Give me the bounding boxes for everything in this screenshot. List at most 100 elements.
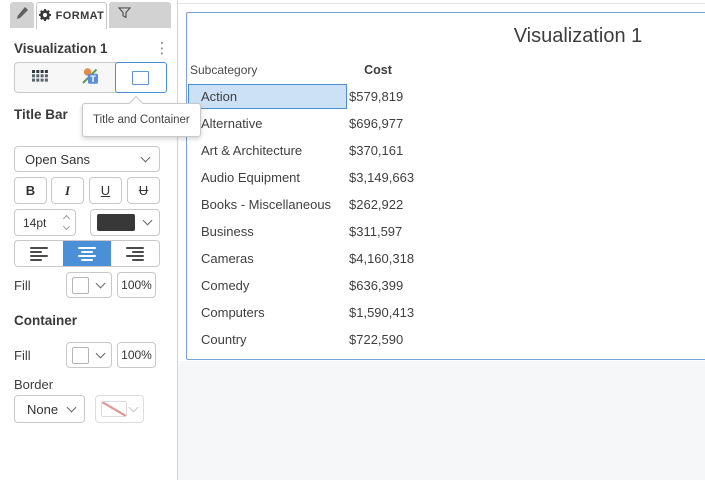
italic-button[interactable]: I (51, 177, 84, 204)
chevron-down-icon (96, 348, 106, 358)
subcategory-cell[interactable]: Country (188, 327, 347, 352)
align-center-icon (78, 247, 96, 249)
visualization-container[interactable]: Visualization 1 Subcategory Cost Action … (186, 12, 705, 360)
svg-text:T: T (90, 73, 96, 83)
tab-filter[interactable] (109, 2, 171, 28)
align-line (126, 255, 144, 257)
titlebar-fill-color-select[interactable] (66, 272, 112, 298)
column-header-cost[interactable]: Cost (347, 63, 409, 77)
text-align-group (14, 240, 160, 267)
no-color-swatch (101, 401, 127, 417)
table-row[interactable]: Action $579,819 (188, 83, 414, 110)
font-color-select[interactable] (90, 209, 160, 236)
stepper-arrows[interactable] (64, 210, 69, 235)
tab-format[interactable]: FORMAT (36, 2, 107, 29)
titlebar-fill-opacity-input[interactable]: 100% (117, 272, 156, 298)
cost-cell[interactable]: $311,597 (347, 224, 402, 239)
bold-button[interactable]: B (14, 177, 47, 204)
chevron-down-icon (96, 278, 106, 288)
format-table-button[interactable] (15, 63, 65, 92)
cost-cell[interactable]: $636,399 (347, 278, 403, 293)
subcategory-cell[interactable]: Computers (188, 300, 347, 325)
subcategory-cell[interactable]: Business (188, 219, 347, 244)
font-color-swatch (97, 214, 135, 231)
align-right-icon (126, 247, 144, 249)
tooltip-text: Title and Container (93, 114, 190, 126)
text-format-icon: T (82, 67, 99, 89)
kebab-menu-icon[interactable]: ⋮ (152, 39, 172, 59)
panel-title: Visualization 1 (14, 41, 108, 56)
table-row[interactable]: Business $311,597 (188, 218, 414, 245)
table-row[interactable]: Books - Miscellaneous $262,922 (188, 191, 414, 218)
table-grid-icon (32, 69, 48, 87)
canvas-area: Visualization 1 Subcategory Cost Action … (178, 0, 705, 480)
container-fill-opacity-input[interactable]: 100% (117, 342, 156, 368)
align-left-icon (30, 247, 48, 249)
align-right-button[interactable] (111, 241, 159, 266)
cost-cell[interactable]: $696,977 (347, 116, 403, 131)
table-row[interactable]: Cameras $4,160,318 (188, 245, 414, 272)
subcategory-cell[interactable]: Comedy (188, 273, 347, 298)
container-heading: Container (14, 313, 77, 328)
titlebar-fill-label: Fill (14, 278, 31, 293)
chevron-down-icon (67, 402, 77, 412)
tab-edit[interactable] (10, 2, 34, 28)
container-fill-color-select[interactable] (66, 342, 112, 368)
align-left-button[interactable] (15, 241, 63, 266)
cost-cell[interactable]: $370,161 (347, 143, 403, 158)
table-row[interactable]: Alternative $696,977 (188, 110, 414, 137)
align-center-button[interactable] (63, 241, 111, 266)
align-line (132, 259, 144, 261)
border-label: Border (14, 377, 53, 392)
title-bar-heading: Title Bar (14, 107, 68, 122)
cost-cell[interactable]: $579,819 (347, 89, 403, 104)
chevron-down-icon (143, 216, 153, 226)
font-size-stepper[interactable]: 14pt (14, 209, 76, 236)
subcategory-cell[interactable]: Books - Miscellaneous (188, 192, 347, 217)
table-row[interactable]: Audio Equipment $3,149,663 (188, 164, 414, 191)
gear-icon (39, 9, 51, 24)
cost-cell[interactable]: $3,149,663 (347, 170, 414, 185)
container-fill-label: Fill (14, 348, 31, 363)
cost-cell[interactable]: $722,590 (347, 332, 403, 347)
chevron-down-icon (129, 402, 139, 412)
format-scope-group: T (14, 62, 167, 93)
chevron-down-icon (141, 152, 151, 162)
align-line (78, 255, 96, 257)
canvas-top-divider (178, 3, 705, 4)
fill-color-swatch (72, 347, 89, 364)
table-row[interactable]: Computers $1,590,413 (188, 299, 414, 326)
table-row[interactable]: Art & Architecture $370,161 (188, 137, 414, 164)
align-line (30, 259, 42, 261)
subcategory-cell[interactable]: Audio Equipment (188, 165, 347, 190)
tooltip-title-and-container: Title and Container (82, 103, 201, 137)
strikethrough-button[interactable]: U (127, 177, 160, 204)
subcategory-cell[interactable]: Cameras (188, 246, 347, 271)
table-row[interactable]: Country $722,590 (188, 326, 414, 353)
format-title-container-button[interactable] (115, 62, 167, 93)
cost-cell[interactable]: $4,160,318 (347, 251, 414, 266)
table-row[interactable]: Comedy $636,399 (188, 272, 414, 299)
format-text-button[interactable]: T (65, 63, 115, 92)
align-line (132, 251, 144, 253)
font-select[interactable]: Open Sans (14, 146, 160, 172)
title-container-icon (132, 71, 149, 85)
subcategory-cell[interactable]: Art & Architecture (188, 138, 347, 163)
column-header-subcategory[interactable]: Subcategory (188, 63, 347, 77)
align-line (81, 251, 93, 253)
align-line (30, 251, 42, 253)
border-style-value: None (27, 402, 58, 417)
canvas-lower-background (178, 361, 705, 480)
subcategory-cell[interactable]: Action (188, 84, 347, 109)
subcategory-cell[interactable]: Alternative (188, 111, 347, 136)
cost-cell[interactable]: $262,922 (347, 197, 403, 212)
underline-button[interactable]: U (89, 177, 122, 204)
funnel-icon (118, 6, 131, 24)
cost-cell[interactable]: $1,590,413 (347, 305, 414, 320)
border-color-select-disabled (95, 395, 144, 423)
visualization-title: Visualization 1 (187, 25, 705, 48)
border-style-select[interactable]: None (14, 395, 85, 423)
align-line (30, 255, 48, 257)
align-line (81, 259, 93, 261)
format-sidebar: FORMAT Visualization 1 ⋮ (0, 0, 178, 480)
